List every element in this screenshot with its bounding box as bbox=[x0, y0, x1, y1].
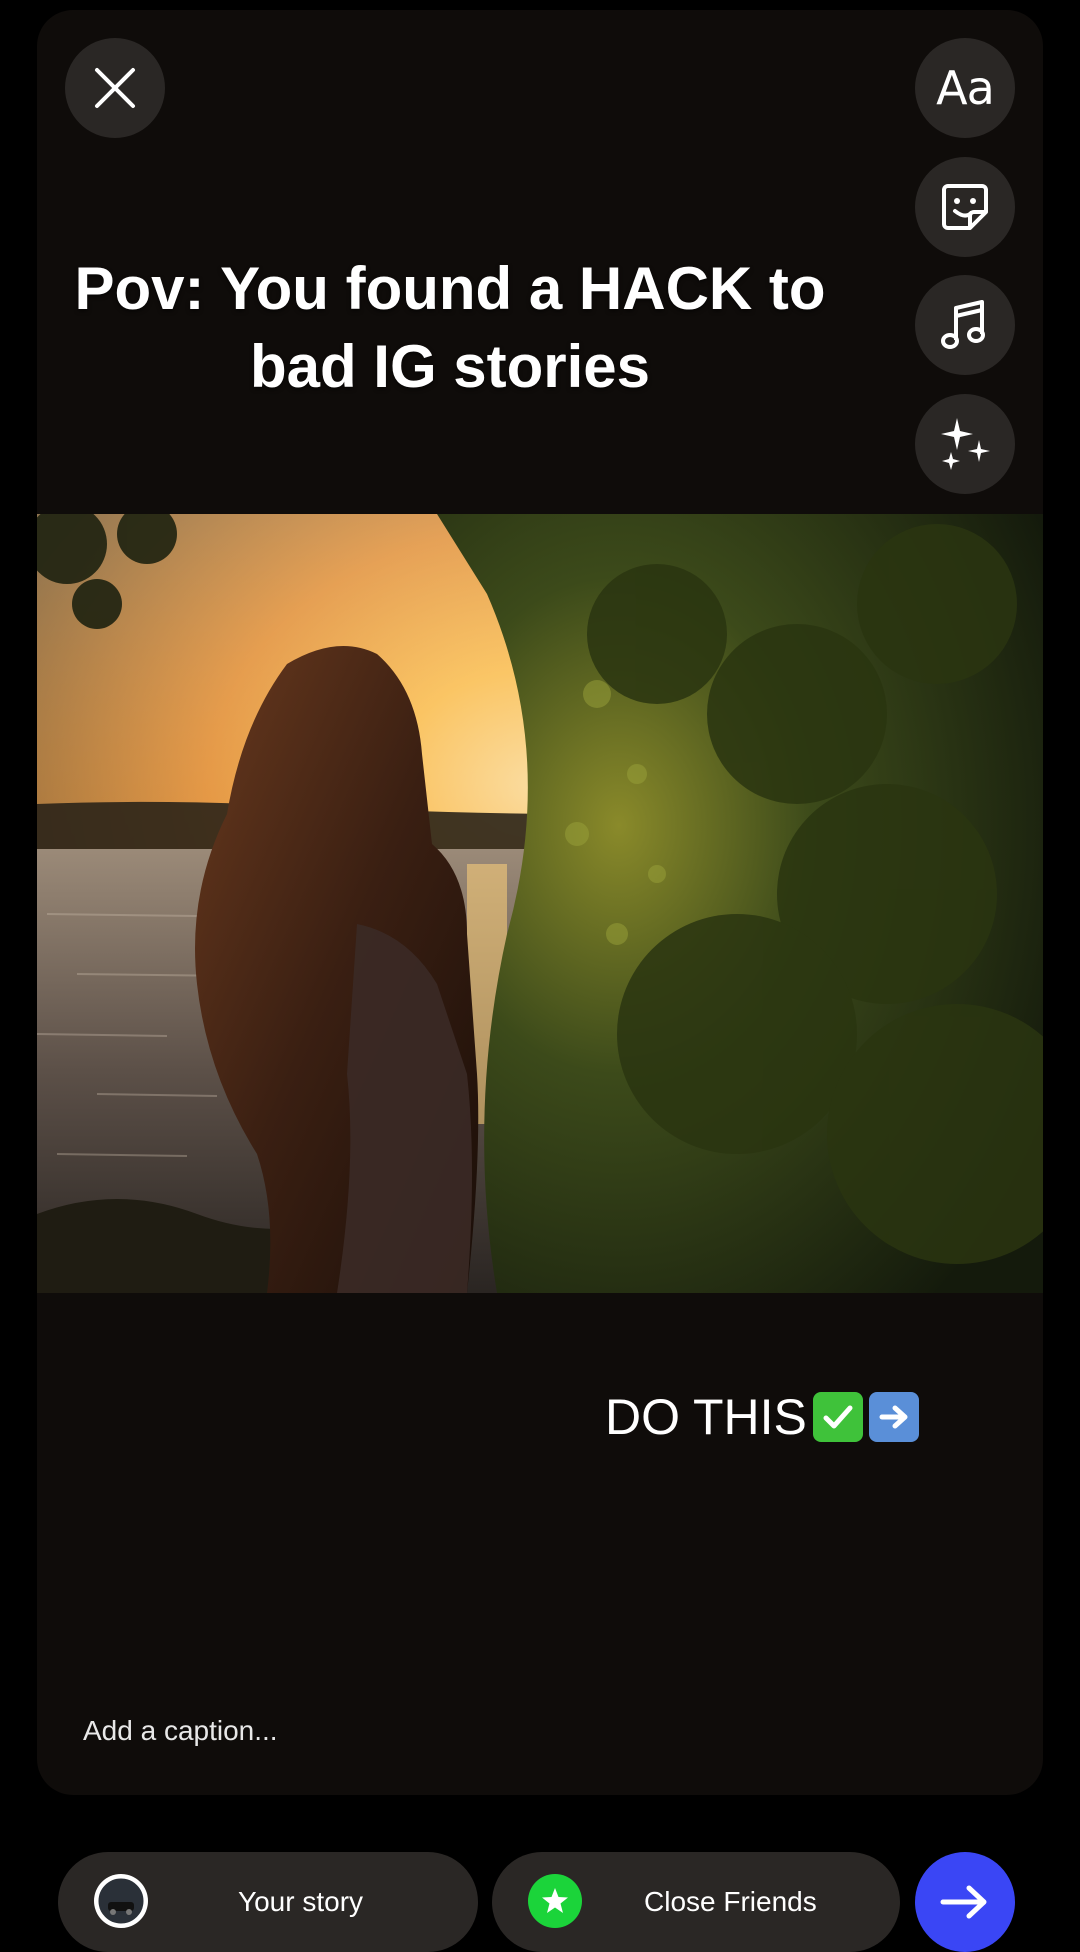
your-story-button[interactable]: Your story bbox=[58, 1852, 478, 1952]
text-tool-button[interactable]: Aa bbox=[915, 38, 1015, 138]
headline-line-1: Pov: You found a HACK to bbox=[74, 255, 826, 322]
arrow-right-icon bbox=[940, 1885, 987, 1919]
effects-icon bbox=[941, 418, 990, 470]
close-button[interactable] bbox=[65, 38, 165, 138]
caption-input[interactable]: Add a caption... bbox=[83, 1715, 278, 1747]
close-friends-button[interactable]: Close Friends bbox=[492, 1852, 900, 1952]
send-button[interactable] bbox=[915, 1852, 1015, 1952]
sticker-tool-button[interactable] bbox=[915, 157, 1015, 257]
close-icon bbox=[95, 68, 135, 108]
right-arrow-emoji bbox=[868, 1392, 919, 1442]
do-this-label: DO THIS bbox=[605, 1389, 807, 1445]
check-mark-button-emoji bbox=[812, 1392, 863, 1442]
sticker-icon bbox=[942, 184, 988, 230]
sunset-photo-image bbox=[37, 514, 1043, 1293]
close-friends-label: Close Friends bbox=[644, 1886, 817, 1917]
music-icon bbox=[941, 300, 985, 349]
your-story-label: Your story bbox=[238, 1886, 364, 1917]
text-icon: Aa bbox=[936, 61, 995, 115]
story-photo[interactable] bbox=[37, 514, 1043, 1293]
effects-tool-button[interactable] bbox=[915, 394, 1015, 494]
music-tool-button[interactable] bbox=[915, 275, 1015, 375]
story-headline-text[interactable]: Pov: You found a HACK to bad IG stories bbox=[40, 250, 860, 406]
overlay-text-do-this[interactable]: DO THIS bbox=[605, 1388, 919, 1446]
headline-line-2: bad IG stories bbox=[249, 333, 651, 400]
